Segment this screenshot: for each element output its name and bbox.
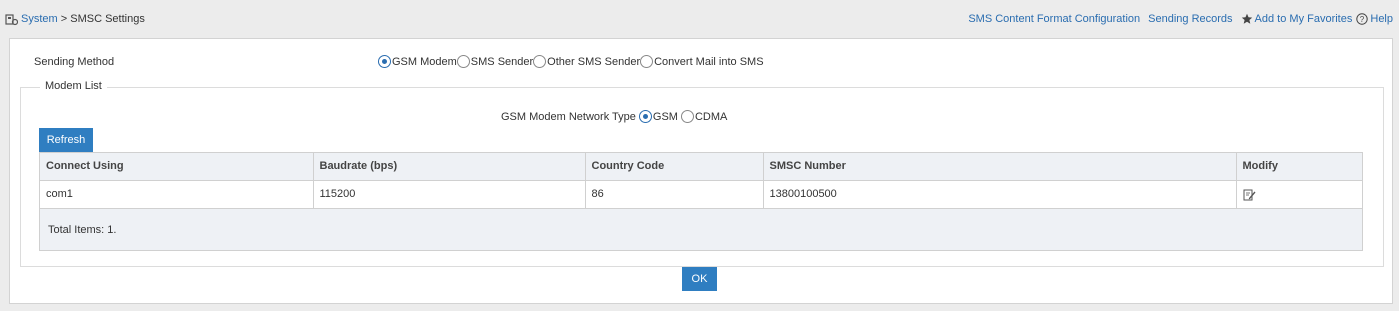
sending-records-link[interactable]: Sending Records (1148, 13, 1232, 25)
table-header-row: Connect Using Baudrate (bps) Country Cod… (40, 153, 1362, 181)
cell-connect-using: com1 (40, 180, 314, 209)
add-to-favorites-link[interactable]: Add to My Favorites (1255, 13, 1353, 25)
breadcrumb-system-link[interactable]: System (21, 13, 58, 25)
network-type-label: GSM Modem Network Type (501, 110, 636, 123)
radio-convert-mail[interactable]: Convert Mail into SMS (640, 55, 764, 68)
column-header-connect-using[interactable]: Connect Using (40, 153, 314, 181)
svg-text:?: ? (1360, 15, 1365, 24)
radio-circle[interactable] (378, 55, 391, 68)
sending-method-label: Sending Method (34, 56, 115, 68)
radio-circle[interactable] (640, 55, 654, 68)
ok-button[interactable]: OK (682, 267, 717, 291)
radio-circle[interactable] (638, 110, 652, 123)
modem-list-legend: Modem List (40, 80, 107, 92)
column-header-modify: Modify (1236, 153, 1362, 181)
table-row[interactable]: com1 115200 86 13800100500 (40, 180, 1362, 209)
cell-country-code: 86 (585, 180, 764, 209)
help-link[interactable]: Help (1370, 13, 1393, 25)
column-header-smsc-number[interactable]: SMSC Number (763, 153, 1237, 181)
column-header-baudrate[interactable]: Baudrate (bps) (313, 153, 586, 181)
cell-baudrate: 115200 (313, 180, 586, 209)
edit-icon[interactable] (1243, 188, 1256, 201)
radio-label: GSM (652, 110, 678, 123)
top-bar: System > SMSC Settings SMS Content Forma… (0, 0, 1399, 36)
column-header-country-code[interactable]: Country Code (585, 153, 764, 181)
modem-table: Connect Using Baudrate (bps) Country Cod… (39, 152, 1363, 251)
radio-cdma[interactable]: CDMA (680, 110, 728, 123)
help-icon[interactable]: ? (1356, 13, 1369, 25)
sms-content-format-link[interactable]: SMS Content Format Configuration (968, 13, 1140, 25)
total-items-text: Total Items: 1. (48, 224, 117, 236)
radio-label: GSM Modem (392, 55, 457, 68)
network-type-row: GSM Modem Network Type GSM CDMA (501, 110, 727, 123)
radio-label: Convert Mail into SMS (654, 55, 764, 68)
refresh-button[interactable]: Refresh (39, 128, 93, 152)
smsc-settings-panel: Sending Method GSM Modem SMS Sender Othe… (9, 38, 1393, 304)
radio-sms-sender[interactable]: SMS Sender (456, 55, 534, 68)
radio-gsm[interactable]: GSM (638, 110, 678, 123)
cell-modify (1236, 180, 1362, 209)
radio-label: SMS Sender (470, 55, 534, 68)
breadcrumb-current: SMSC Settings (70, 13, 145, 25)
radio-circle[interactable] (533, 55, 547, 68)
star-icon (1241, 13, 1252, 24)
settings-icon (5, 14, 18, 26)
top-links: SMS Content Format Configuration Sending… (968, 13, 1393, 25)
radio-gsm-modem[interactable]: GSM Modem (378, 55, 457, 68)
radio-circle[interactable] (680, 110, 694, 123)
breadcrumb: System > SMSC Settings (21, 13, 145, 25)
radio-label: Other SMS Sender (547, 55, 641, 68)
breadcrumb-separator: > (60, 13, 68, 25)
cell-smsc-number: 13800100500 (763, 180, 1237, 209)
sending-method-radio-group: GSM Modem SMS Sender Other SMS Sender Co… (378, 55, 764, 68)
radio-other-sms-sender[interactable]: Other SMS Sender (533, 55, 640, 68)
radio-label: CDMA (694, 110, 728, 123)
radio-circle[interactable] (456, 55, 470, 68)
